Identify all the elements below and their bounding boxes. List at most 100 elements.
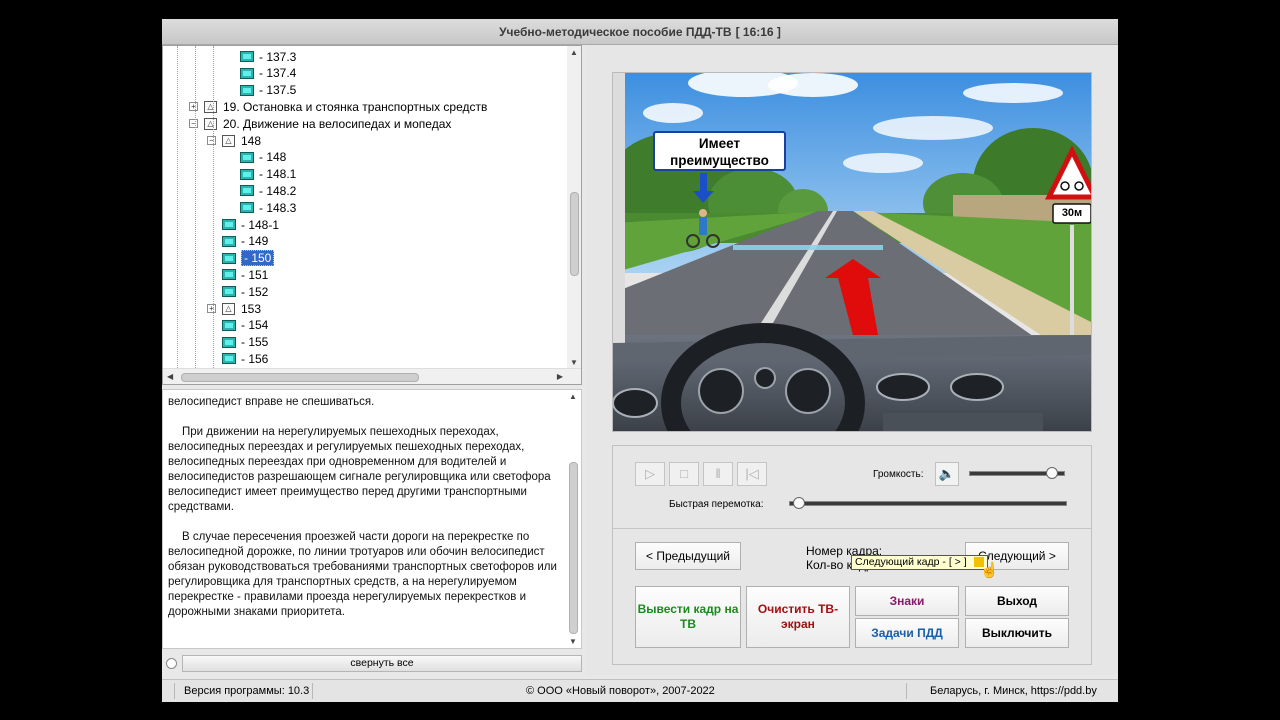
distance-plate: 30м [1061,207,1083,219]
description-paragraph: При движении на нерегулируемых пешеходны… [168,426,551,513]
topics-tree[interactable]: - 137.3 - 137.4 - 137.5 △ 19. Остановка и ст… [162,45,582,385]
copyright: © ООО «Новый поворот», 2007-2022 [526,685,715,697]
video-frame: Имеет преимущество 30м [612,72,1092,432]
scroll-up-icon[interactable]: ▲ [569,392,577,401]
tree-item[interactable]: - 152 [222,283,268,300]
description-paragraph: велосипедист вправе не спешиваться. [168,396,375,408]
rewind-icon[interactable]: |◁ [737,462,767,486]
volume-label: Громкость: [873,469,924,480]
tree-item[interactable]: - 151 [222,266,268,283]
rewind-knob[interactable] [793,497,805,509]
video-frame-icon [222,235,236,247]
show-frame-on-tv-button[interactable]: Вывести кадр на ТВ [635,586,741,648]
scroll-down-icon[interactable]: ▼ [570,358,578,367]
play-icon[interactable]: ▷ [635,462,665,486]
tree-guide-line [177,46,178,368]
tree-item[interactable]: - 137.3 [240,48,296,65]
clear-tv-screen-button[interactable]: Очистить ТВ-экран [746,586,850,648]
tree-item-label: 148 [241,133,262,148]
description-paragraph: В случае пересечения проезжей части доро… [168,531,557,618]
bicycle-sign-icon [1057,178,1089,194]
tree-item[interactable]: - 149 [222,233,268,250]
window-clock: [ 16:16 ] [735,24,781,39]
scroll-up-icon[interactable]: ▲ [570,48,578,57]
tree-item[interactable]: △ 19. Остановка и стоянка транспортных ср… [204,98,487,115]
location-link[interactable]: Беларусь, г. Минск, https://pdd.by [930,685,1097,697]
expand-icon[interactable]: + [189,102,198,112]
callout-label: Имеет преимущество [653,131,786,171]
collapse-row: свернуть все [162,655,582,673]
tree-item-label: - 148.1 [259,167,297,182]
tree-item[interactable]: - 155 [222,334,268,351]
signs-button[interactable]: Знаки [855,586,959,616]
status-separator [906,683,907,699]
traffic-tasks-button[interactable]: Задачи ПДД [855,618,959,648]
video-frame-icon [222,252,236,264]
previous-button[interactable]: < Предыдущий [635,542,741,570]
video-frame-icon [240,185,254,197]
tree-item[interactable]: - 148.3 [240,199,296,216]
next-frame-tooltip: Следующий кадр - [ > ] [851,555,988,570]
shutdown-button[interactable]: Выключить [965,618,1069,648]
tree-item[interactable]: - 156 [222,350,268,367]
tree-item[interactable]: △ 153 [222,300,261,317]
tree-vertical-thumb[interactable] [570,192,579,276]
window-title: Учебно-методическое пособие ПДД-ТВ [499,24,732,39]
tree-item[interactable]: - 137.5 [240,82,296,99]
description-scroll-thumb[interactable] [569,462,578,634]
tree-item-label: - 148 [259,150,287,165]
collapse-radio[interactable] [166,658,177,669]
collapse-icon[interactable]: − [189,119,198,129]
pause-icon[interactable]: ‖ [703,462,733,486]
tree-item-label: - 137.3 [259,49,297,64]
tree-guide-line [195,46,196,368]
tree-item[interactable]: - 148-1 [222,216,279,233]
tree-item[interactable]: - 148.1 [240,166,296,183]
right-panel: Имеет преимущество 30м ▷ □ ‖ |◁ Громкост… [586,45,1118,675]
tree-item[interactable]: - 154 [222,317,268,334]
tree-item[interactable]: - 148.2 [240,182,296,199]
tree-item-label: - 149 [241,234,269,249]
video-frame-icon [240,151,254,163]
program-version: Версия программы: 10.3 [184,685,310,697]
video-frame-icon [222,319,236,331]
video-frame-icon [222,286,236,298]
video-frame-icon [222,336,236,348]
collapse-icon[interactable]: − [207,136,216,145]
volume-knob[interactable] [1046,467,1059,479]
scroll-down-icon[interactable]: ▼ [569,637,577,646]
tree-vertical-scrollbar[interactable]: ▲ ▼ [567,46,581,368]
description-scrollbar[interactable]: ▲ ▼ [567,390,579,648]
expand-icon[interactable]: + [207,304,216,313]
video-frame-icon [240,168,254,180]
tree-item[interactable]: - 137.4 [240,65,296,82]
scroll-left-icon[interactable]: ◀ [167,372,173,381]
tree-item-label: 153 [241,301,262,316]
tooltip-text: Следующий кадр - [ > ] [855,556,967,568]
tree-horizontal-thumb[interactable] [181,373,419,382]
controls-divider [613,528,1091,529]
status-separator [312,683,313,699]
rule-description-panel[interactable]: велосипедист вправе не спешиваться. При … [162,389,582,649]
warning-sign-icon: △ [204,117,217,130]
tree-item-label: - 148.3 [259,200,297,215]
volume-slider[interactable] [969,466,1069,482]
rewind-slider[interactable] [789,496,1069,512]
tree-item[interactable]: △ 20. Движение на велосипедах и мопедах [204,115,451,132]
tree-item[interactable]: △ 148 [222,132,261,149]
tree-item-label: 20. Движение на велосипедах и мопедах [223,116,452,131]
collapse-all-button[interactable]: свернуть все [182,655,582,672]
tree-horizontal-scrollbar[interactable]: ◀ ▶ [163,368,581,384]
tree-item[interactable]: - 150 [222,250,275,267]
road-scene-image [613,73,1091,431]
tree-guide-line [213,46,214,368]
speaker-icon[interactable]: 🔈 [935,462,959,486]
scroll-right-icon[interactable]: ▶ [557,372,563,381]
stop-icon[interactable]: □ [669,462,699,486]
tree-item[interactable]: - 148 [240,149,286,166]
video-frame-icon [222,353,236,365]
mouse-pointer-icon: ☝ [980,562,999,579]
tree-item-label: - 156 [241,351,269,366]
video-frame-icon [240,67,254,79]
exit-button[interactable]: Выход [965,586,1069,616]
